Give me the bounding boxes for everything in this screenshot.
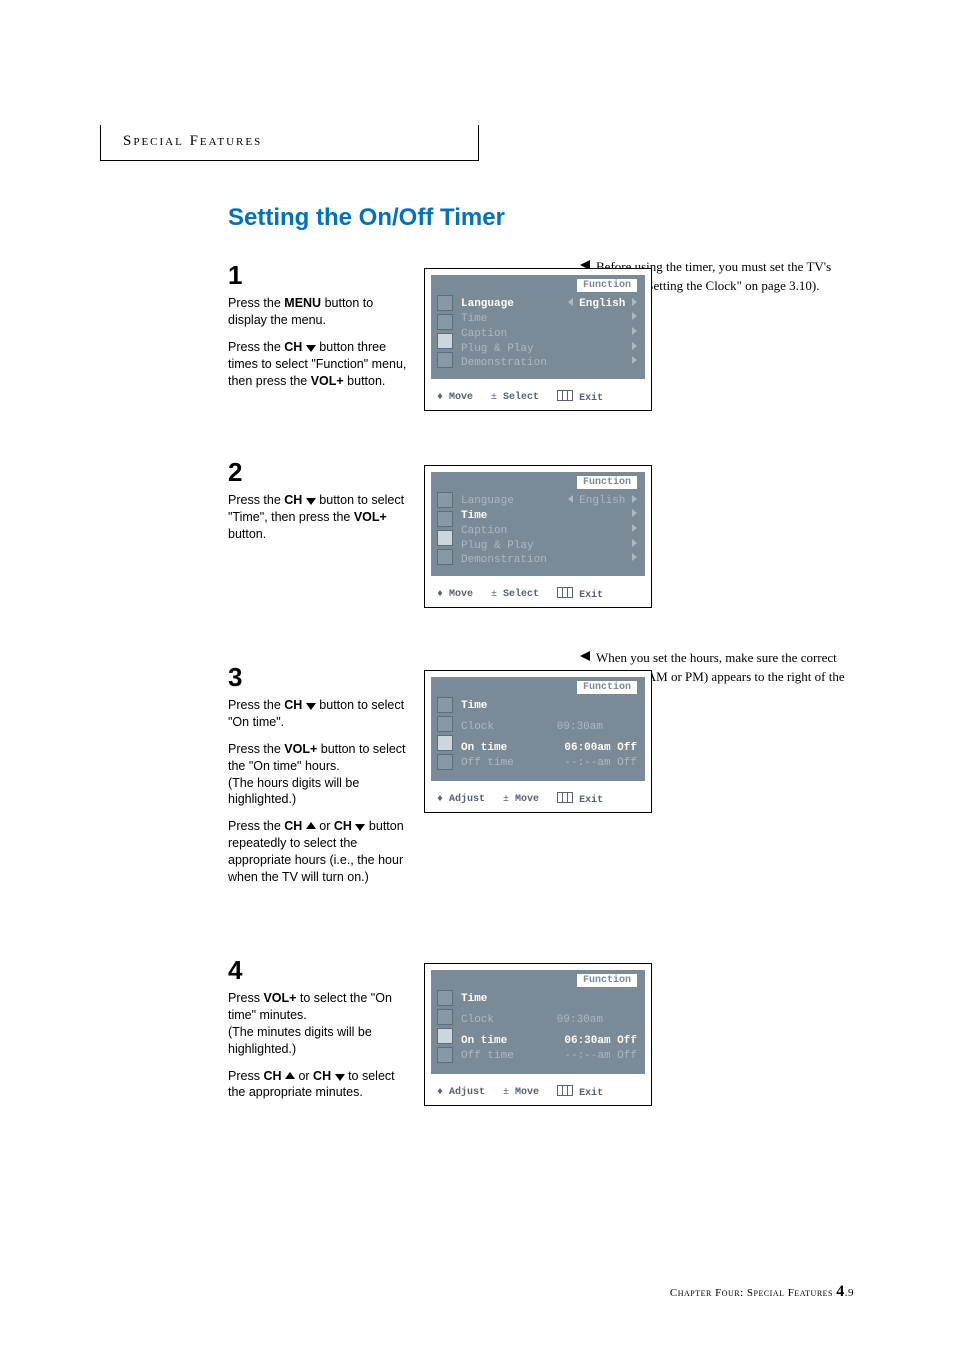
osd-title: Function: [577, 476, 637, 489]
chapter-name: Chapter Four: Special Features: [670, 1287, 836, 1299]
page-title: Setting the On/Off Timer: [228, 204, 505, 232]
down-arrow-icon: [306, 345, 316, 352]
up-arrow-icon: [285, 1072, 295, 1079]
osd-icon-active: [437, 735, 453, 751]
osd-icon-active: [437, 530, 453, 546]
step-4-text: 4 Press VOL+ to select the "On time" min…: [228, 953, 414, 1101]
step-2-number: 2: [228, 455, 414, 490]
osd-icon: [437, 352, 453, 368]
down-arrow-icon: [306, 703, 316, 710]
page-number-minor: .9: [845, 1287, 854, 1299]
osd-icon-active: [437, 333, 453, 349]
step-1-number: 1: [228, 258, 414, 293]
osd-icon: [437, 697, 453, 713]
osd-title: Function: [577, 974, 637, 987]
osd-icon-active: [437, 1028, 453, 1044]
osd-screenshot-3: Function Time Clock09:30am On time06:00a…: [424, 670, 652, 813]
down-arrow-icon: [306, 498, 316, 505]
chapter-tab: Special Features: [100, 125, 479, 161]
osd-icon: [437, 295, 453, 311]
step-3-text: 3 Press the CH button to select "On time…: [228, 660, 414, 886]
down-arrow-icon: [355, 824, 365, 831]
chapter-tab-label: Special Features: [123, 133, 262, 149]
step-3-number: 3: [228, 660, 414, 695]
exit-icon: [557, 792, 573, 803]
osd-icon: [437, 492, 453, 508]
osd-icon: [437, 754, 453, 770]
osd-title: Function: [577, 681, 637, 694]
page-number-major: 4: [836, 1283, 845, 1300]
exit-icon: [557, 390, 573, 401]
osd-screenshot-4: Function Time Clock09:30am On time06:30a…: [424, 963, 652, 1106]
osd-icon: [437, 990, 453, 1006]
exit-icon: [557, 587, 573, 598]
osd-icon: [437, 511, 453, 527]
osd-icon: [437, 314, 453, 330]
page-footer: Chapter Four: Special Features 4.9: [670, 1283, 854, 1301]
down-arrow-icon: [335, 1074, 345, 1081]
osd-icon: [437, 716, 453, 732]
osd-title: Function: [577, 279, 637, 292]
osd-icon: [437, 1009, 453, 1025]
osd-screenshot-2: Function Language English Time Caption P…: [424, 465, 652, 608]
exit-icon: [557, 1085, 573, 1096]
step-4-number: 4: [228, 953, 414, 988]
step-2-text: 2 Press the CH button to select "Time", …: [228, 455, 414, 543]
osd-icon: [437, 1047, 453, 1063]
up-arrow-icon: [306, 822, 316, 829]
osd-icon: [437, 549, 453, 565]
osd-screenshot-1: Function Language English Time Caption P…: [424, 268, 652, 411]
step-1-text: 1 Press the MENU button to display the m…: [228, 258, 414, 389]
